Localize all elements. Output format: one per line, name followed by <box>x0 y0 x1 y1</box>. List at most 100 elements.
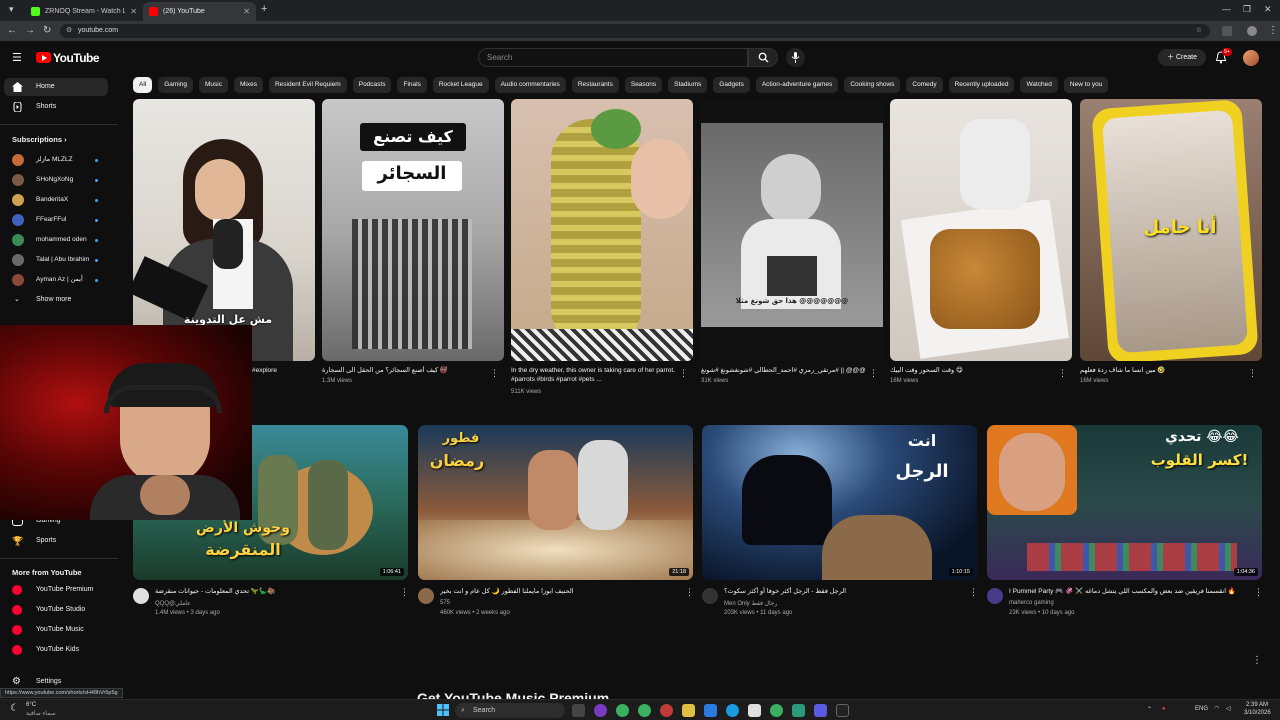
voice-search-button[interactable] <box>786 48 805 67</box>
subscription-item[interactable]: Talal | Abu Ibrahim <box>4 251 108 269</box>
windows-start-icon[interactable] <box>437 704 449 716</box>
task-view-icon[interactable] <box>572 704 585 717</box>
create-button[interactable]: ＋ Create <box>1158 49 1206 66</box>
channel-name[interactable]: maherco gaming <box>1009 600 1054 606</box>
more-options-icon[interactable]: ⋮ <box>1058 368 1067 379</box>
channel-name[interactable]: QQQ@عاملي <box>155 600 191 607</box>
channel-name[interactable]: 575 <box>440 600 450 606</box>
chip-all[interactable]: All <box>133 77 153 93</box>
chip-new-to-you[interactable]: New to you <box>1063 77 1109 93</box>
app-icon[interactable] <box>836 704 849 717</box>
tray-app-icon[interactable]: ● <box>1162 706 1166 712</box>
chip-recently-uploaded[interactable]: Recently uploaded <box>948 77 1015 93</box>
short-thumbnail[interactable]: مش عل التدوينة <box>133 99 315 361</box>
chip-gaming[interactable]: Gaming <box>158 77 193 93</box>
short-title[interactable]: وقت السحور وقت البيك 😋 <box>890 366 1055 375</box>
short-thumbnail[interactable]: كيف تصنع السجائر <box>322 99 504 361</box>
app-icon[interactable] <box>792 704 805 717</box>
chip-cooking-shows[interactable]: Cooking shows <box>844 77 901 93</box>
language-indicator[interactable]: ENG <box>1195 706 1208 712</box>
more-options-icon[interactable]: ⋮ <box>400 587 409 598</box>
sidebar-item-youtube-studio[interactable]: YouTube Studio <box>4 601 108 619</box>
chip-stadiums[interactable]: Stadiums <box>668 77 708 93</box>
more-options-icon[interactable]: ⋮ <box>1254 587 1263 598</box>
wifi-icon[interactable]: ◠ <box>1214 705 1219 712</box>
channel-avatar[interactable] <box>133 588 149 604</box>
file-explorer-icon[interactable] <box>682 704 695 717</box>
close-tab-icon[interactable]: ✕ <box>130 7 137 16</box>
channel-avatar[interactable] <box>418 588 434 604</box>
browser-tab-youtube[interactable]: (26) YouTube ✕ <box>143 2 256 21</box>
back-icon[interactable]: ← <box>7 25 17 37</box>
forward-icon[interactable]: → <box>25 25 35 37</box>
more-options-icon[interactable]: ⋮ <box>685 587 694 598</box>
sidebar-item-home[interactable]: Home <box>4 78 108 96</box>
more-options-icon[interactable]: ⋮ <box>969 587 978 598</box>
subscription-item[interactable]: SHoNgXoNg <box>4 171 108 189</box>
discord-icon[interactable] <box>814 704 827 717</box>
chip-music[interactable]: Music <box>199 77 228 93</box>
chip-audio-commentaries[interactable]: Audio commentaries <box>494 77 566 93</box>
chrome-icon[interactable] <box>770 704 783 717</box>
video-thumbnail[interactable]: فطور رمضان 21:18 <box>418 425 693 580</box>
chip-podcasts[interactable]: Podcasts <box>352 77 392 93</box>
short-thumbnail[interactable]: أنا حامل <box>1080 99 1262 361</box>
chrome-icon[interactable] <box>616 704 629 717</box>
chip-watched[interactable]: Watched <box>1020 77 1058 93</box>
minimize-icon[interactable]: — <box>1222 4 1231 14</box>
short-thumbnail[interactable] <box>890 99 1072 361</box>
short-title[interactable]: مين انسا ما شاف ردة فعلهم 🤣 <box>1080 366 1245 375</box>
tray-chevron-icon[interactable]: ⌃ <box>1147 706 1152 713</box>
video-title[interactable]: تحدي المعلومات - حيوانات منقرضة 🦖🦕🦣 <box>155 587 395 595</box>
subscriptions-header[interactable]: Subscriptions › <box>12 135 67 144</box>
extensions-icon[interactable] <box>1222 26 1232 36</box>
channel-avatar[interactable] <box>987 588 1003 604</box>
more-options-icon[interactable]: ⋮ <box>490 368 499 379</box>
app-icon[interactable] <box>594 704 607 717</box>
chip-seasons[interactable]: Seasons <box>624 77 663 93</box>
weather-icon[interactable]: ☾ <box>10 703 19 714</box>
tab-search-icon[interactable]: ▾ <box>9 4 14 15</box>
chip-rocket-league[interactable]: Rocket League <box>432 77 489 93</box>
app-icon[interactable] <box>748 704 761 717</box>
youtube-logo-icon[interactable] <box>36 52 51 63</box>
subscription-item[interactable]: Ayman Az | أيمن <box>4 271 108 289</box>
app-icon[interactable] <box>704 704 717 717</box>
show-more-button[interactable]: ⌄ Show more <box>4 291 108 309</box>
address-bar[interactable]: ⚙ youtube.com ☆ <box>60 24 1210 38</box>
search-input[interactable]: Search <box>478 48 748 67</box>
chip-resident-evil-requiem[interactable]: Resident Evil Requiem <box>268 77 347 93</box>
app-icon[interactable] <box>660 704 673 717</box>
video-title[interactable]: الحنيف ابوزا مايملنا الفطور 🌙 كل عام و ا… <box>440 587 680 595</box>
new-tab-button[interactable]: + <box>261 3 267 15</box>
sidebar-item-youtube-kids[interactable]: YouTube Kids <box>4 641 108 659</box>
hamburger-menu-icon[interactable]: ☰ <box>12 51 22 64</box>
clock-time[interactable]: 2:39 AM <box>1246 702 1268 708</box>
profile-icon[interactable] <box>1247 26 1257 36</box>
chip-mixes[interactable]: Mixes <box>233 77 263 93</box>
reload-icon[interactable]: ↻ <box>43 25 51 37</box>
video-title[interactable]: الرجل فقط - الرجل أكثر خوفا أو أكثر سكوت… <box>724 587 964 595</box>
more-options-icon[interactable]: ⋮ <box>1248 368 1257 379</box>
channel-name[interactable]: Men Only رجال فقط <box>724 600 777 607</box>
short-thumbnail[interactable]: هذا حق شونغ مثلا @@@@@@@ <box>701 99 883 361</box>
video-thumbnail[interactable]: انت الرجل 1:10:15 <box>702 425 977 580</box>
edge-icon[interactable] <box>726 704 739 717</box>
browser-tab-zrnoq[interactable]: ZRNOQ Stream - Watch Live o ✕ <box>25 2 143 21</box>
search-button[interactable] <box>748 48 778 67</box>
maximize-icon[interactable]: ❐ <box>1243 4 1251 15</box>
sidebar-item-youtube-music[interactable]: YouTube Music <box>4 621 108 639</box>
video-thumbnail[interactable]: تحدي 😂😂 كسر القلوب! 1:04:36 <box>987 425 1262 580</box>
subscription-item[interactable]: BanderitaX <box>4 191 108 209</box>
short-thumbnail[interactable] <box>511 99 693 361</box>
chip-restaurants[interactable]: Restaurants <box>571 77 619 93</box>
browser-menu-icon[interactable]: ⋮ <box>1268 25 1278 37</box>
short-title[interactable]: #explore <box>252 366 312 375</box>
sidebar-item-shorts[interactable]: Shorts <box>4 98 108 116</box>
feed-more-options-icon[interactable]: ⋮ <box>1252 655 1262 666</box>
sidebar-item-youtube-premium[interactable]: YouTube Premium <box>4 581 108 599</box>
chip-comedy[interactable]: Comedy <box>906 77 943 93</box>
youtube-logo-text[interactable]: YouTube <box>53 51 100 65</box>
sidebar-item-sports[interactable]: 🏆 Sports <box>4 532 108 550</box>
close-window-icon[interactable]: ✕ <box>1264 4 1272 15</box>
